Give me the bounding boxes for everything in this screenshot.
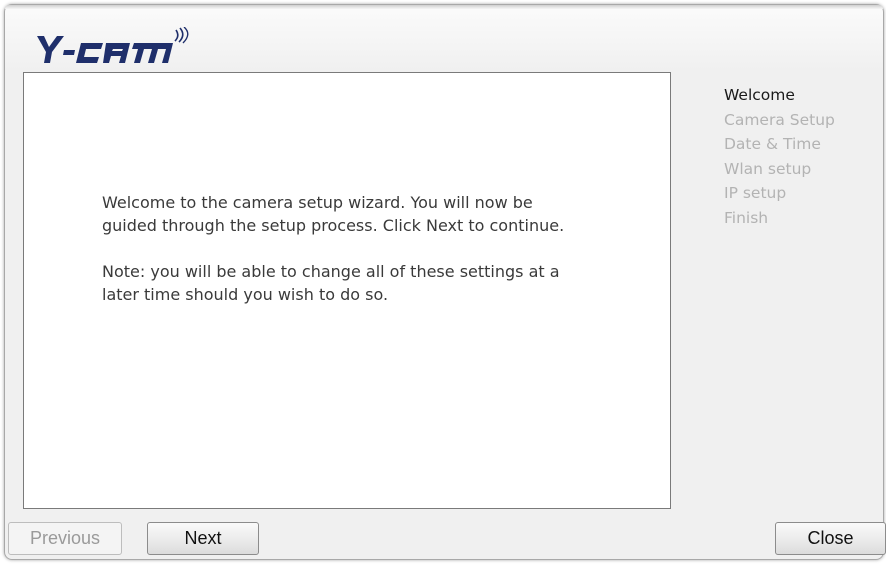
wizard-steps-list: Welcome Camera Setup Date & Time Wlan se… <box>724 83 835 230</box>
next-button[interactable]: Next <box>147 522 259 555</box>
wizard-content-panel: Welcome to the camera setup wizard. You … <box>23 72 671 509</box>
y-cam-logo <box>35 26 215 69</box>
previous-button[interactable]: Previous <box>8 522 122 555</box>
note-paragraph: Note: you will be able to change all of … <box>102 262 560 304</box>
setup-wizard-window: Welcome to the camera setup wizard. You … <box>4 4 886 560</box>
intro-paragraph: Welcome to the camera setup wizard. You … <box>102 193 565 235</box>
step-date-time: Date & Time <box>724 135 821 153</box>
close-button[interactable]: Close <box>775 522 886 555</box>
step-ip-setup: IP setup <box>724 184 787 202</box>
welcome-message: Welcome to the camera setup wizard. You … <box>102 191 572 329</box>
step-camera-setup: Camera Setup <box>724 110 835 129</box>
step-wlan-setup: Wlan setup <box>724 159 812 178</box>
step-welcome: Welcome <box>724 86 795 104</box>
y-cam-logo-graphic <box>37 26 189 63</box>
window-top-edge <box>5 5 883 9</box>
step-finish: Finish <box>724 208 769 227</box>
